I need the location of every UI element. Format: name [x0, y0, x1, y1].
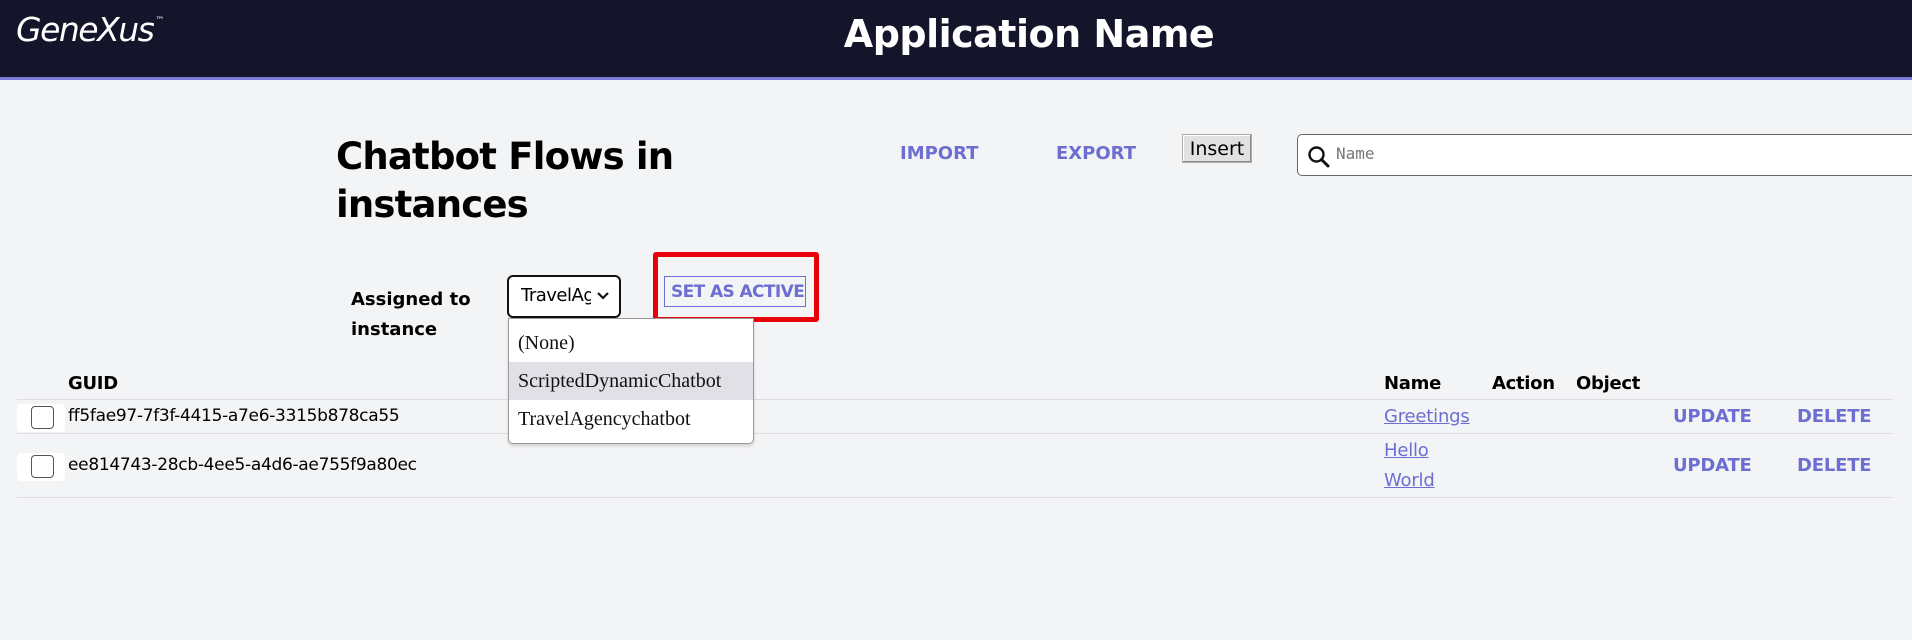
row-checkbox[interactable] — [31, 455, 54, 478]
app-title: Application Name — [843, 12, 1215, 56]
row-divider — [17, 497, 1893, 498]
import-button[interactable]: IMPORT — [900, 143, 978, 164]
search-field[interactable] — [1297, 134, 1912, 176]
instance-select-value: TravelAgencychatbot — [521, 285, 591, 306]
guid-cell: ff5fae97-7f3f-4415-a7e6-3315b878ca55 — [68, 406, 400, 426]
guid-cell: ee814743-28cb-4ee5-a4d6-ae755f9a80ec — [68, 455, 417, 475]
row-checkbox[interactable] — [31, 406, 54, 429]
dropdown-option-scripted-dynamic-chatbot[interactable]: ScriptedDynamicChatbot — [509, 362, 753, 400]
dropdown-option-travel-agency-chatbot[interactable]: TravelAgencychatbot — [509, 400, 753, 438]
search-input[interactable] — [1334, 139, 1898, 167]
header-divider — [17, 399, 1893, 400]
update-button[interactable]: UPDATE — [1673, 406, 1752, 427]
set-as-active-button[interactable]: SET AS ACTIVE — [664, 276, 806, 307]
update-button[interactable]: UPDATE — [1673, 455, 1752, 476]
app-header: GeneXus ™ Application Name — [0, 0, 1912, 80]
column-header-action: Action — [1492, 373, 1555, 394]
assigned-instance-label: Assigned to instance — [351, 289, 471, 340]
chevron-down-icon — [597, 292, 609, 300]
delete-button[interactable]: DELETE — [1797, 406, 1872, 427]
column-header-object: Object — [1576, 373, 1641, 394]
dropdown-option-none[interactable]: (None) — [509, 324, 753, 362]
insert-button[interactable]: Insert — [1182, 134, 1252, 163]
column-header-name: Name — [1384, 373, 1441, 394]
page-title: Chatbot Flows in instances — [336, 135, 674, 226]
column-header-guid: GUID — [68, 373, 118, 394]
name-link[interactable]: Greetings — [1384, 402, 1474, 432]
instance-select[interactable]: TravelAgencychatbot — [507, 275, 621, 318]
export-button[interactable]: EXPORT — [1056, 143, 1136, 164]
instance-dropdown-list: (None) ScriptedDynamicChatbot TravelAgen… — [508, 318, 754, 444]
row-divider — [17, 433, 1893, 434]
name-link[interactable]: Hello World — [1384, 436, 1474, 496]
search-icon — [1308, 146, 1330, 168]
delete-button[interactable]: DELETE — [1797, 455, 1872, 476]
